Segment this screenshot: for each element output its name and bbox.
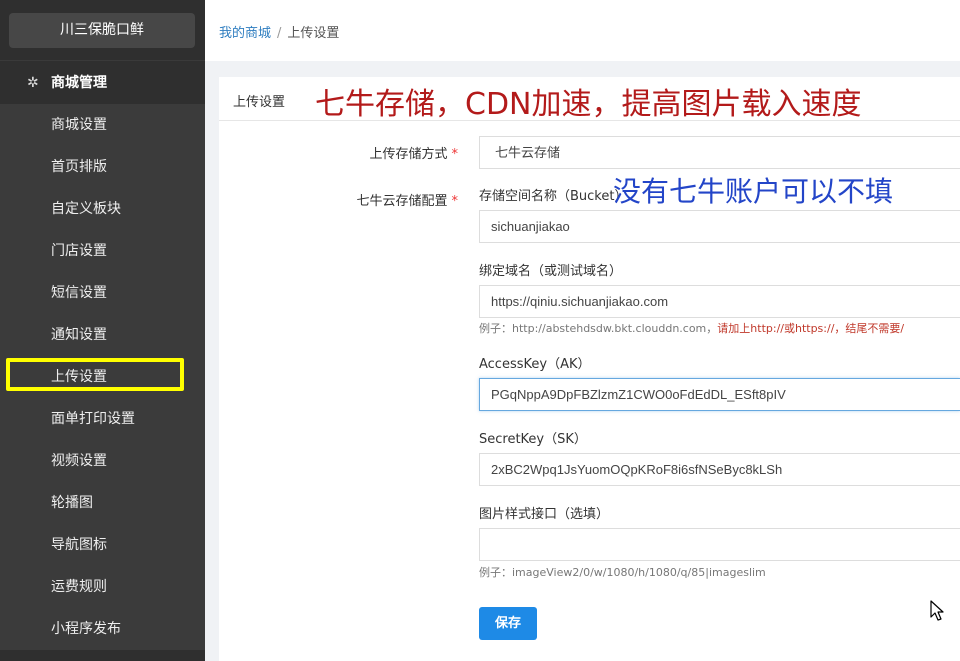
gear-icon: ✲: [27, 75, 39, 91]
highlight-box: [6, 358, 184, 391]
domain-hint-example: 例子：http://abstehdsdw.bkt.clouddn.com，: [479, 322, 718, 335]
domain-hint-warning: 请加上http://或https://，结尾不需要/: [717, 322, 905, 335]
image-style-hint: 例子：imageView2/0/w/1080/h/1080/q/85|image…: [479, 566, 766, 579]
sidebar: 川三保脆口鲜 ✲ 商城管理 商城设置 首页排版 自定义板块 门店设置 短信设置 …: [0, 0, 205, 661]
shop-name: 川三保脆口鲜: [9, 13, 195, 48]
secret-key-input[interactable]: 2xBC2Wpq1JsYuomOQpKRoF8i6sfNSeByc8kLSh: [479, 453, 960, 486]
breadcrumb-home-link[interactable]: 我的商城: [219, 26, 271, 41]
annotation-red: 七牛存储，CDN加速，提高图片载入速度: [315, 87, 862, 122]
secret-key-label: SecretKey（SK）: [479, 432, 587, 447]
sidebar-item-shop-settings[interactable]: 商城设置: [0, 104, 205, 146]
breadcrumb: 我的商城 / 上传设置: [219, 22, 339, 41]
qiniu-config-label: 七牛云存储配置 *: [217, 190, 458, 209]
topbar: 我的商城 / 上传设置: [205, 0, 960, 61]
panel-header: 上传设置 七牛存储，CDN加速，提高图片载入速度: [219, 77, 960, 122]
storage-method-label-text: 上传存储方式: [369, 147, 448, 162]
required-mark: *: [451, 194, 459, 209]
sidebar-item-notification-settings[interactable]: 通知设置: [0, 314, 205, 356]
sidebar-item-custom-blocks[interactable]: 自定义板块: [0, 188, 205, 230]
access-key-label: AccessKey（AK）: [479, 357, 591, 372]
access-key-input[interactable]: PGqNppA9DpFBZlzmZ1CWO0oFdEdDL_ESft8pIV: [479, 378, 960, 411]
sidebar-item-waybill-print-settings[interactable]: 面单打印设置: [0, 398, 205, 440]
sidebar-item-sms-settings[interactable]: 短信设置: [0, 272, 205, 314]
sidebar-item-shipping-rules[interactable]: 运费规则: [0, 566, 205, 608]
qiniu-config-label-text: 七牛云存储配置: [356, 194, 448, 209]
image-style-input[interactable]: [479, 528, 960, 561]
sidebar-item-video-settings[interactable]: 视频设置: [0, 440, 205, 482]
sidebar-section-shop-management[interactable]: ✲ 商城管理: [0, 64, 205, 102]
domain-input[interactable]: https://qiniu.sichuanjiakao.com: [479, 285, 960, 318]
image-style-label: 图片样式接口（选填）: [479, 507, 610, 522]
sidebar-item-store-settings[interactable]: 门店设置: [0, 230, 205, 272]
breadcrumb-current: 上传设置: [287, 26, 340, 41]
bucket-input[interactable]: sichuanjiakao: [479, 210, 960, 243]
domain-label: 绑定域名（或测试域名）: [479, 264, 623, 279]
domain-hint: 例子：http://abstehdsdw.bkt.clouddn.com，请加上…: [479, 320, 904, 336]
storage-method-label: 上传存储方式 *: [217, 143, 458, 162]
section-label: 商城管理: [51, 75, 107, 91]
sidebar-item-homepage-layout[interactable]: 首页排版: [0, 146, 205, 188]
bucket-label: 存储空间名称（Bucket）: [479, 189, 628, 204]
storage-method-select[interactable]: 七牛云存储: [479, 136, 960, 169]
sidebar-item-nav-icons[interactable]: 导航图标: [0, 524, 205, 566]
sidebar-item-carousel[interactable]: 轮播图: [0, 482, 205, 524]
save-button[interactable]: 保存: [479, 607, 537, 640]
required-mark: *: [451, 147, 459, 162]
mouse-cursor-icon: [930, 600, 944, 621]
sidebar-divider: [0, 60, 205, 61]
sidebar-item-miniprogram-publish[interactable]: 小程序发布: [0, 608, 205, 650]
breadcrumb-separator: /: [277, 26, 282, 41]
panel-title: 上传设置: [233, 95, 286, 110]
annotation-blue: 没有七牛账户可以不填: [613, 175, 894, 208]
